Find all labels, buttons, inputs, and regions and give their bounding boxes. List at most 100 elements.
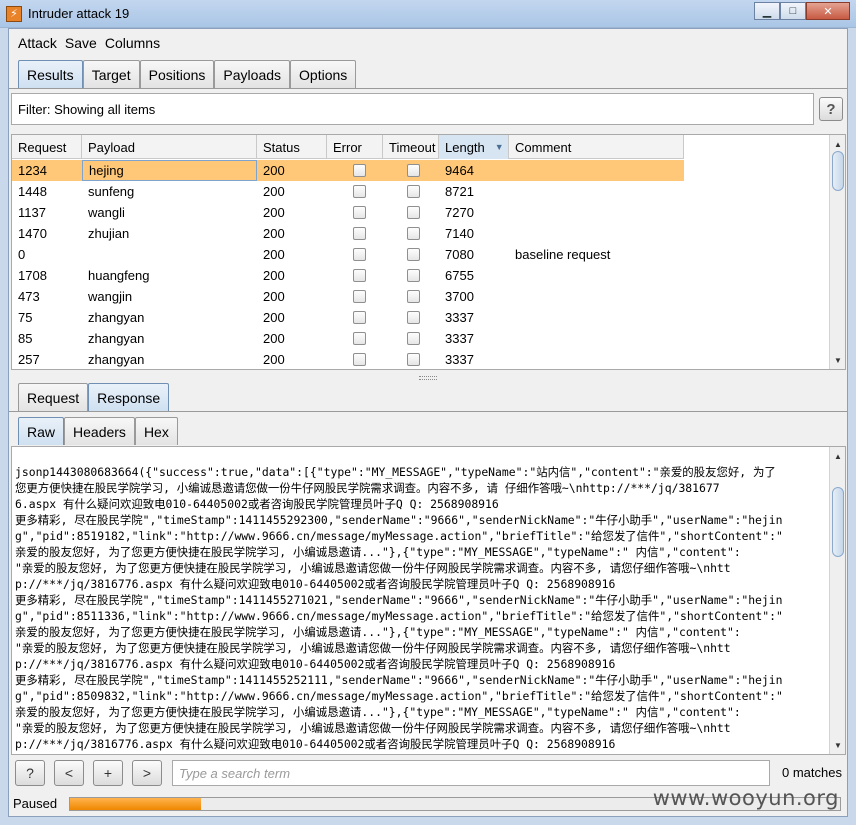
cell-payload: hejing — [82, 160, 257, 181]
cell-comment — [509, 286, 684, 307]
raw-response-pane[interactable]: jsonp1443080683664({"success":true,"data… — [11, 446, 846, 755]
cell-length: 6755 — [445, 268, 474, 283]
scroll-up-icon[interactable]: ▲ — [832, 450, 844, 462]
cell-length: 3337 — [445, 331, 474, 346]
raw-line: "亲爱的股友您好, 为了您更方便快捷在股民学院学习, 小编诚恳邀请您做一份牛仔网… — [15, 641, 731, 655]
menu-attack[interactable]: Attack — [18, 35, 57, 51]
tab-payloads[interactable]: Payloads — [214, 60, 291, 88]
cell-timeout — [383, 223, 439, 244]
tab-options[interactable]: Options — [290, 60, 357, 88]
col-length[interactable]: Length ▼ — [439, 135, 509, 159]
sort-desc-icon: ▼ — [494, 142, 504, 152]
results-table: Request Payload Status Error Timeout Len… — [11, 134, 846, 370]
pane-splitter-handle[interactable] — [419, 376, 437, 380]
cell-comment — [509, 223, 684, 244]
cell-length: 8721 — [445, 184, 474, 199]
col-status[interactable]: Status — [257, 135, 327, 159]
raw-scroll-thumb[interactable] — [832, 487, 844, 557]
cell-error — [327, 328, 383, 349]
filter-help-button[interactable]: ? — [819, 97, 843, 121]
table-scrollbar[interactable]: ▲ ▼ — [829, 135, 845, 369]
raw-line: 亲爱的股友您好, 为了您更方便快捷在股民学院学习, 小编诚恳邀请..."},{"… — [15, 625, 741, 639]
search-help-button[interactable]: ? — [15, 760, 45, 786]
error-checkbox — [353, 332, 366, 345]
cell-request: 1708 — [18, 268, 47, 283]
cell-request: 1470 — [18, 226, 47, 241]
cell-comment — [509, 349, 684, 369]
search-next-button[interactable]: > — [132, 760, 162, 786]
cell-comment — [509, 202, 684, 223]
scroll-down-icon[interactable]: ▼ — [832, 354, 844, 366]
filter-bar[interactable]: Filter: Showing all items — [11, 93, 814, 125]
cell-timeout — [383, 349, 439, 369]
raw-line: "亲爱的股友您好, 为了您更方便快捷在股民学院学习, 小编诚恳邀请您做一份牛仔网… — [15, 721, 731, 735]
cell-error — [327, 223, 383, 244]
cell-comment: baseline request — [515, 247, 611, 262]
cell-length: 3337 — [445, 352, 474, 367]
table-row[interactable]: 75 zhangyan 200 3337 — [12, 307, 684, 328]
scroll-down-icon[interactable]: ▼ — [832, 739, 844, 751]
title-bar: ⚡ Intruder attack 19 ▁ □ ✕ — [0, 0, 856, 28]
timeout-checkbox — [407, 269, 420, 282]
search-input[interactable]: Type a search term — [172, 760, 770, 786]
scroll-up-icon[interactable]: ▲ — [832, 138, 844, 150]
cell-comment — [509, 160, 684, 181]
tab-results[interactable]: Results — [18, 60, 83, 88]
status-bar: Paused www.wooyun.org — [9, 786, 847, 816]
filter-text: Filter: Showing all items — [18, 101, 156, 117]
cell-status: 200 — [263, 205, 285, 220]
status-label: Paused — [13, 796, 58, 811]
tab-request[interactable]: Request — [18, 383, 89, 411]
cell-timeout — [383, 160, 439, 181]
timeout-checkbox — [407, 290, 420, 303]
cell-length: 3337 — [445, 310, 474, 325]
table-row[interactable]: 1234 hejing 200 9464 — [12, 160, 684, 181]
tab-response[interactable]: Response — [88, 383, 170, 411]
table-row[interactable]: 1137 wangli 200 7270 — [12, 202, 684, 223]
cell-timeout — [383, 244, 439, 265]
cell-length: 7270 — [445, 205, 474, 220]
col-payload[interactable]: Payload — [82, 135, 257, 159]
raw-line: 更多精彩, 尽在股民学院","timeStamp":1411455252111,… — [15, 673, 783, 687]
table-row[interactable]: 0 200 7080 baseline request — [12, 244, 684, 265]
tab-positions[interactable]: Positions — [139, 60, 215, 88]
close-button[interactable]: ✕ — [806, 2, 850, 20]
table-row[interactable]: 257 zhangyan 200 3337 — [12, 349, 684, 369]
maximize-button[interactable]: □ — [780, 2, 806, 20]
tab-headers[interactable]: Headers — [64, 417, 135, 445]
cell-error — [327, 160, 383, 181]
table-scroll-thumb[interactable] — [832, 151, 844, 191]
cell-comment — [509, 265, 684, 286]
search-prev-button[interactable]: < — [54, 760, 84, 786]
table-row[interactable]: 1470 zhujian 200 7140 — [12, 223, 684, 244]
table-row[interactable]: 473 wangjin 200 3700 — [12, 286, 684, 307]
timeout-checkbox — [407, 227, 420, 240]
raw-line: 您更方便快捷在股民学院学习, 小编诚恳邀请您做一份牛仔网股民学院需求调查。内容不… — [15, 481, 720, 495]
tab-raw[interactable]: Raw — [18, 417, 65, 445]
raw-scrollbar[interactable]: ▲ ▼ — [829, 447, 845, 754]
raw-line: 亲爱的股友您好, 为了您更方便快捷在股民学院学习, 小编诚恳邀请..."},{"… — [15, 545, 741, 559]
col-comment[interactable]: Comment — [509, 135, 684, 159]
error-checkbox — [353, 185, 366, 198]
col-error[interactable]: Error — [327, 135, 383, 159]
cell-payload: huangfeng — [88, 268, 150, 283]
menu-columns[interactable]: Columns — [105, 35, 160, 51]
cell-error — [327, 244, 383, 265]
table-row[interactable]: 1448 sunfeng 200 8721 — [12, 181, 684, 202]
menu-save[interactable]: Save — [65, 35, 97, 51]
raw-line: g","pid":8509832,"link":"http://www.9666… — [15, 689, 783, 703]
tab-target[interactable]: Target — [82, 60, 140, 88]
raw-line: jsonp1443080683664({"success":true,"data… — [15, 465, 776, 479]
search-add-button[interactable]: + — [93, 760, 123, 786]
minimize-button[interactable]: ▁ — [754, 2, 780, 20]
cell-length: 9464 — [445, 163, 474, 178]
table-row[interactable]: 85 zhangyan 200 3337 — [12, 328, 684, 349]
table-row[interactable]: 1708 huangfeng 200 6755 — [12, 265, 684, 286]
search-bar: ? < + > Type a search term 0 matches — [9, 759, 847, 789]
col-request[interactable]: Request — [12, 135, 82, 159]
tab-hex[interactable]: Hex — [134, 417, 178, 445]
cell-error — [327, 181, 383, 202]
col-timeout[interactable]: Timeout — [383, 135, 439, 159]
raw-line: "亲爱的股友您好, 为了您更方便快捷在股民学院学习, 小编诚恳邀请您做一份牛仔网… — [15, 561, 731, 575]
cell-payload — [82, 244, 257, 265]
